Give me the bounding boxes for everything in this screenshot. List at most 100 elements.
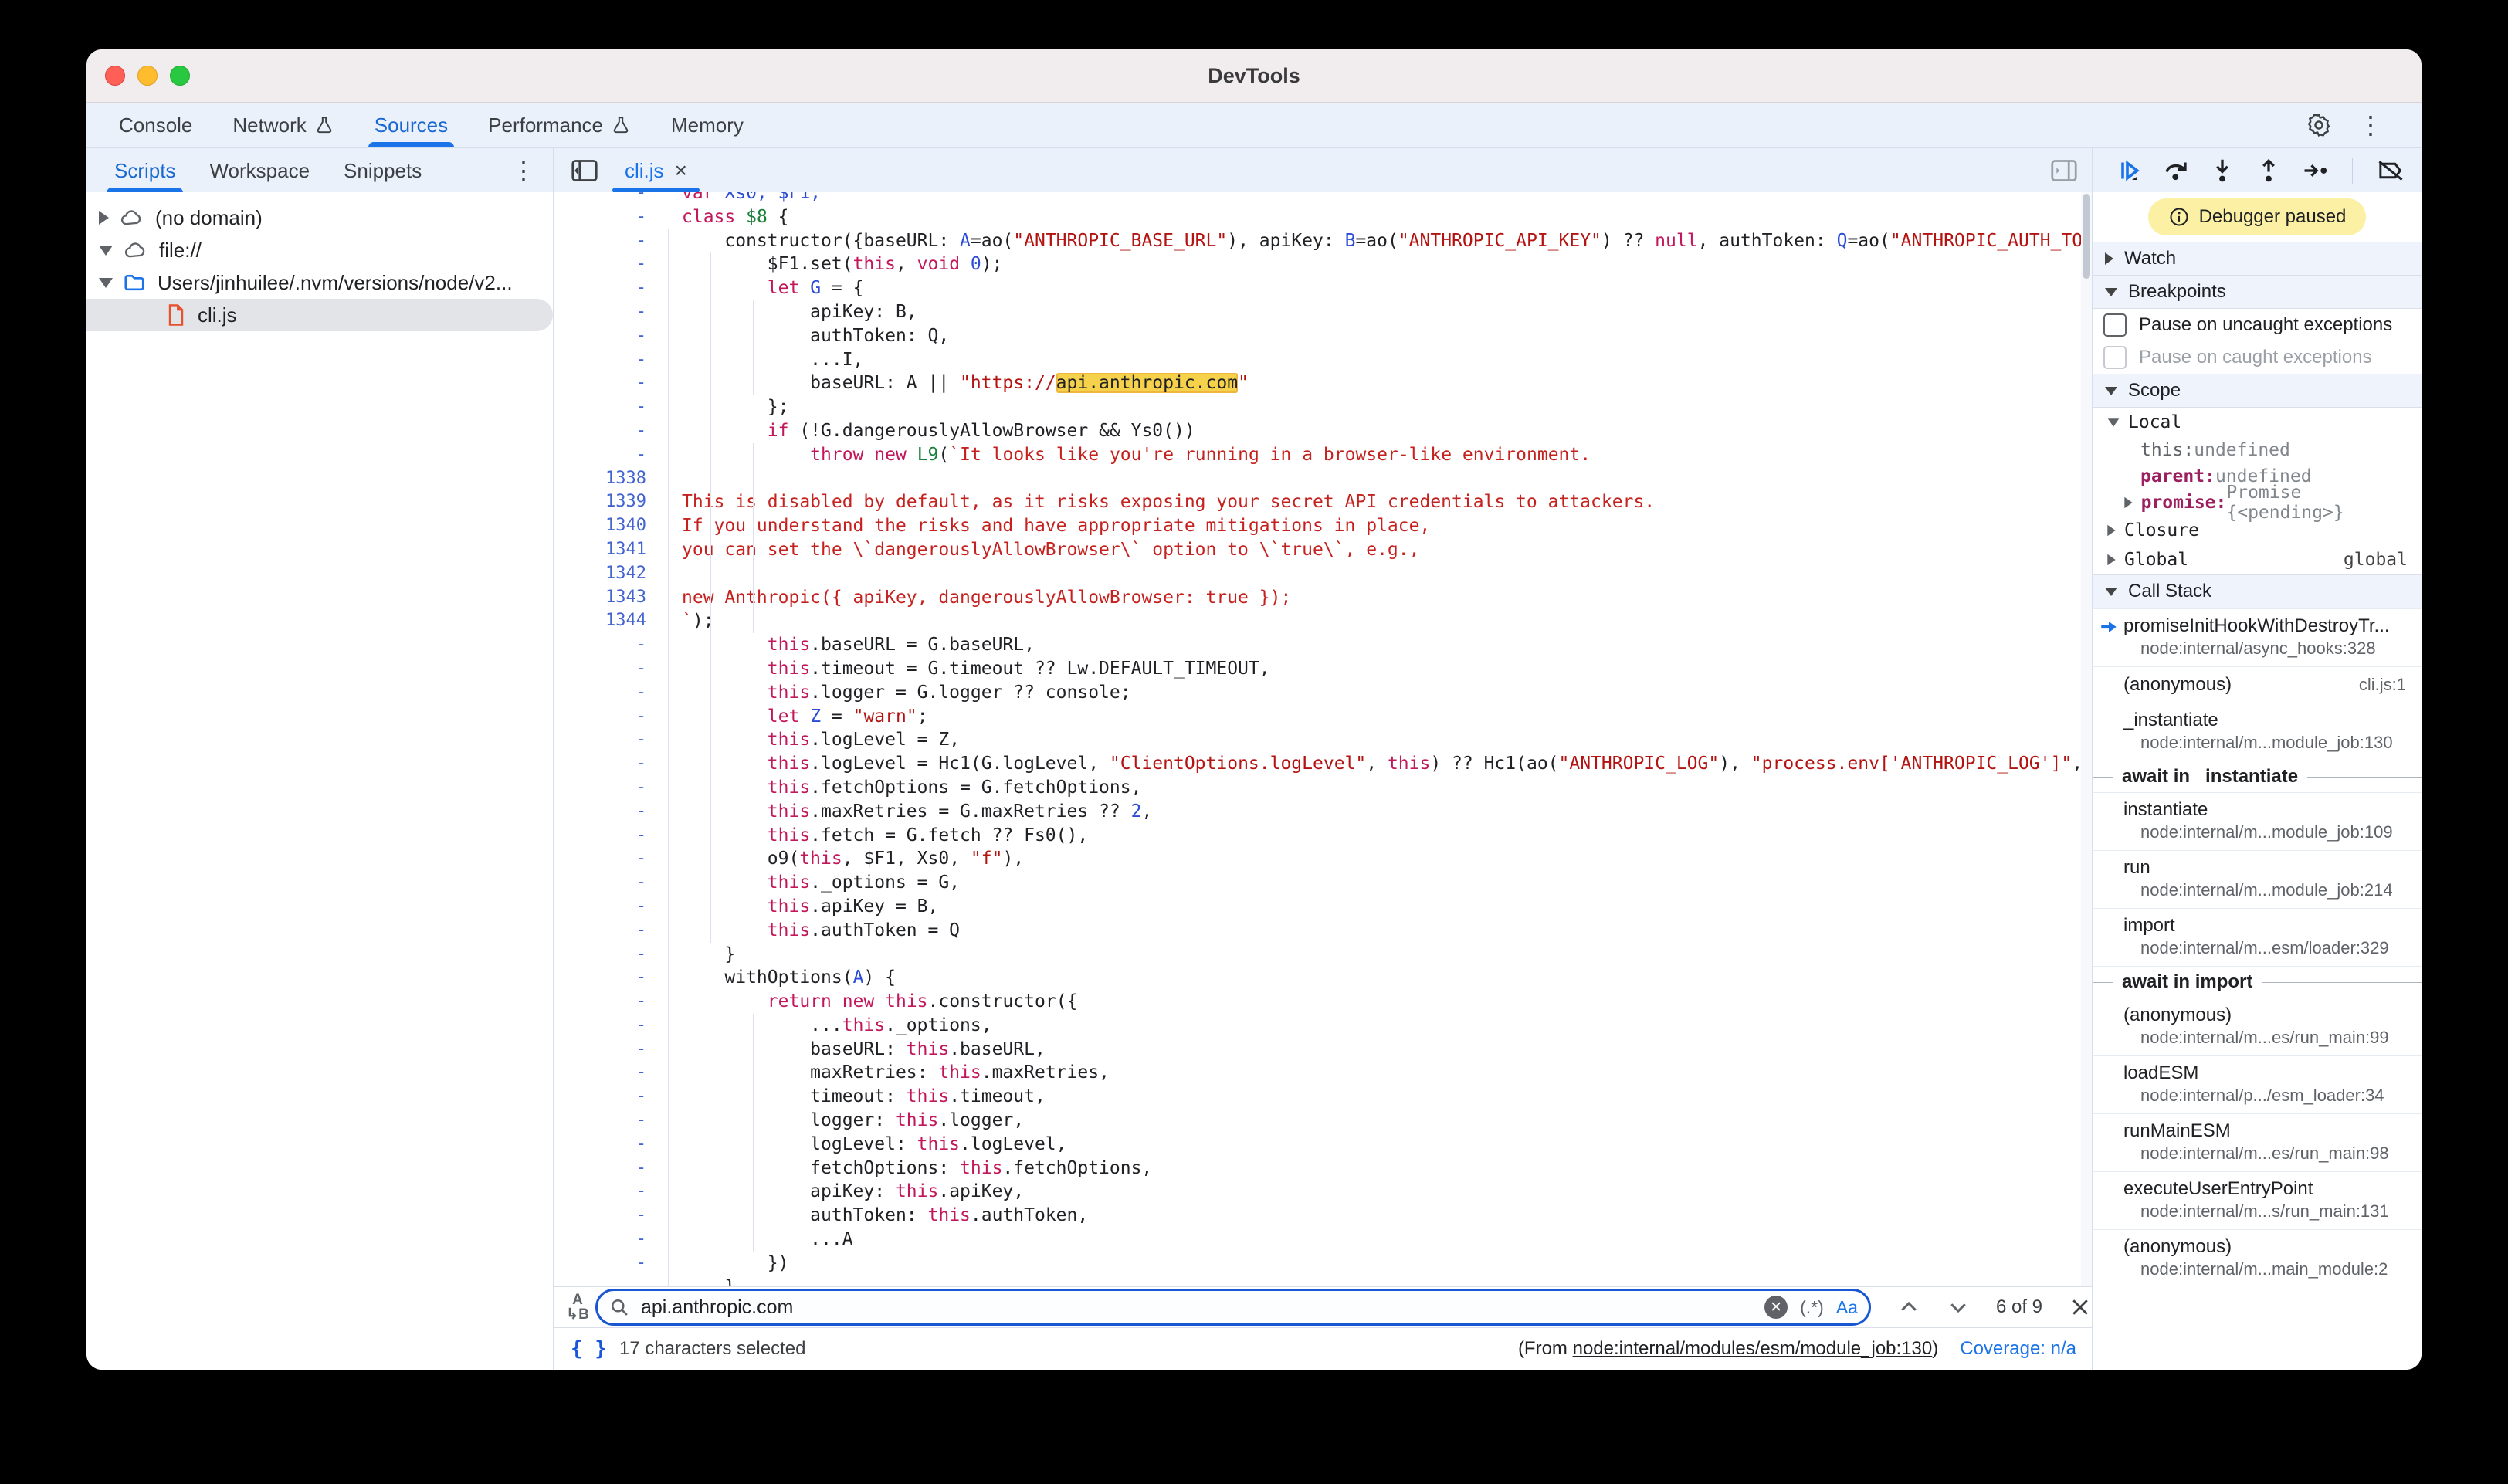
settings-gear-icon[interactable] <box>2306 112 2332 138</box>
previous-match-icon[interactable] <box>1897 1296 1920 1319</box>
tree-item-file-[interactable]: file:// <box>86 234 553 266</box>
line-gutter[interactable]: - <box>554 371 663 395</box>
hide-navigator-icon[interactable] <box>571 158 598 184</box>
breakpoints-section-header[interactable]: Breakpoints <box>2093 276 2422 309</box>
line-gutter[interactable]: - <box>554 348 663 372</box>
line-gutter[interactable]: - <box>554 419 663 443</box>
callstack-frame[interactable]: instantiatenode:internal/m...module_job:… <box>2093 792 2422 850</box>
close-find-bar-icon[interactable] <box>2069 1296 2092 1319</box>
line-gutter[interactable]: 1343 <box>554 586 663 610</box>
deactivate-breakpoints-icon[interactable] <box>2376 157 2405 185</box>
scope-section-header[interactable]: Scope <box>2093 374 2422 408</box>
line-gutter[interactable]: - <box>554 1204 663 1228</box>
callstack-frame[interactable]: importnode:internal/m...esm/loader:329 <box>2093 908 2422 966</box>
line-gutter[interactable]: - <box>554 990 663 1014</box>
line-gutter[interactable]: - <box>554 752 663 776</box>
step-over-icon[interactable] <box>2162 157 2190 185</box>
line-gutter[interactable]: - <box>554 1061 663 1085</box>
expanded-arrow-icon[interactable] <box>2108 418 2119 426</box>
tab-memory[interactable]: Memory <box>651 103 764 147</box>
file-tab-close-icon[interactable]: × <box>675 158 687 183</box>
step-out-icon[interactable] <box>2255 157 2283 185</box>
navigator-more-kebab-icon[interactable]: ⋮ <box>511 148 536 193</box>
line-gutter[interactable]: - <box>554 229 663 253</box>
pause-on-uncaught-exceptions-row[interactable]: Pause on uncaught exceptions <box>2093 309 2422 341</box>
line-gutter[interactable]: 1338 <box>554 467 663 491</box>
line-gutter[interactable]: - <box>554 847 663 871</box>
line-gutter[interactable]: 1342 <box>554 562 663 586</box>
line-gutter[interactable]: - <box>554 252 663 276</box>
line-gutter[interactable]: 1341 <box>554 538 663 562</box>
line-gutter[interactable]: - <box>554 1133 663 1157</box>
pretty-print-icon[interactable]: { } <box>571 1337 607 1360</box>
line-gutter[interactable]: - <box>554 1180 663 1204</box>
line-gutter[interactable]: - <box>554 776 663 800</box>
editor-scrollbar[interactable] <box>2081 192 2092 1286</box>
line-gutter[interactable]: - <box>554 943 663 967</box>
line-gutter[interactable]: - <box>554 800 663 824</box>
collapsed-arrow-icon[interactable] <box>2107 525 2115 536</box>
line-gutter[interactable]: - <box>554 395 663 419</box>
scrollbar-thumb[interactable] <box>2083 194 2090 279</box>
checkbox-unchecked[interactable] <box>2103 313 2127 337</box>
replace-toggle-icon[interactable]: A↳B <box>560 1293 595 1322</box>
more-options-kebab-icon[interactable]: ⋮ <box>2358 113 2383 137</box>
scope-variable-this[interactable]: this: undefined <box>2093 437 2422 463</box>
line-gutter[interactable]: - <box>554 300 663 324</box>
next-match-icon[interactable] <box>1947 1296 1970 1319</box>
callstack-frame[interactable]: executeUserEntryPointnode:internal/m...s… <box>2093 1171 2422 1229</box>
sidebar-tab-scripts[interactable]: Scripts <box>97 148 192 193</box>
line-gutter[interactable]: - <box>554 1252 663 1276</box>
scope-variable-promise[interactable]: promise: Promise {<pending>} <box>2093 490 2422 516</box>
line-gutter[interactable]: 1344 <box>554 609 663 633</box>
callstack-frame[interactable]: loadESMnode:internal/p.../esm_loader:34 <box>2093 1055 2422 1113</box>
callstack-frame[interactable]: (anonymous)node:internal/m...es/run_main… <box>2093 998 2422 1055</box>
callstack-frame[interactable]: promiseInitHookWithDestroyTr...node:inte… <box>2093 608 2422 666</box>
line-gutter[interactable]: - <box>554 633 663 657</box>
line-gutter[interactable]: - <box>554 966 663 990</box>
line-gutter[interactable]: - <box>554 824 663 848</box>
callstack-frame[interactable]: _instantiatenode:internal/m...module_job… <box>2093 703 2422 761</box>
resume-icon[interactable] <box>2116 157 2144 185</box>
collapsed-arrow-icon[interactable] <box>2107 554 2115 565</box>
line-gutter[interactable]: - <box>554 205 663 229</box>
line-gutter[interactable]: - <box>554 1085 663 1109</box>
line-gutter[interactable]: - <box>554 1014 663 1038</box>
coverage-link[interactable]: Coverage: n/a <box>1960 1338 2076 1360</box>
file-tab-cli-js[interactable]: cli.js × <box>609 148 703 193</box>
line-gutter[interactable]: - <box>554 728 663 752</box>
expanded-arrow-icon[interactable] <box>99 246 113 256</box>
line-gutter[interactable]: - <box>554 681 663 705</box>
callstack-frame[interactable]: (anonymous)node:internal/m...main_module… <box>2093 1229 2422 1287</box>
scope-local[interactable]: Local <box>2093 408 2422 437</box>
regex-toggle-button[interactable]: (.*) <box>1800 1297 1824 1318</box>
line-gutter[interactable]: - <box>554 276 663 300</box>
search-input[interactable] <box>639 1296 1764 1320</box>
collapsed-arrow-icon[interactable] <box>99 211 109 225</box>
clear-search-icon[interactable]: ✕ <box>1764 1296 1788 1319</box>
match-case-toggle-button[interactable]: Aa <box>1836 1297 1858 1318</box>
sidebar-tab-workspace[interactable]: Workspace <box>192 148 327 193</box>
collapsed-arrow-icon[interactable] <box>2124 497 2132 508</box>
line-gutter[interactable]: - <box>554 657 663 681</box>
tab-console[interactable]: Console <box>99 103 212 147</box>
callstack-frame[interactable]: runMainESMnode:internal/m...es/run_main:… <box>2093 1113 2422 1171</box>
callstack-frame[interactable]: runnode:internal/m...module_job:214 <box>2093 850 2422 908</box>
line-gutter[interactable]: - <box>554 1109 663 1133</box>
line-gutter[interactable]: - <box>554 895 663 919</box>
tree-item-users-jinhuilee-nvm-versions-node-v2-[interactable]: Users/jinhuilee/.nvm/versions/node/v2... <box>86 266 553 299</box>
tab-performance[interactable]: Performance <box>468 103 651 147</box>
show-debugger-sidebar-icon[interactable] <box>2050 158 2078 184</box>
line-gutter[interactable]: 1340 <box>554 514 663 538</box>
line-gutter[interactable]: 1339 <box>554 490 663 514</box>
step-into-icon[interactable] <box>2208 157 2236 185</box>
line-gutter[interactable]: - <box>554 1276 663 1286</box>
callstack-section-header[interactable]: Call Stack <box>2093 574 2422 608</box>
watch-section-header[interactable]: Watch <box>2093 242 2422 276</box>
code-editor[interactable]: -var Xs0, $F1;-class $8 {- constructor({… <box>554 192 2092 1286</box>
line-gutter[interactable]: - <box>554 871 663 895</box>
line-gutter[interactable]: - <box>554 192 663 205</box>
line-gutter[interactable]: - <box>554 1228 663 1252</box>
line-gutter[interactable]: - <box>554 705 663 729</box>
source-origin-link[interactable]: node:internal/modules/esm/module_job:130 <box>1573 1338 1933 1359</box>
